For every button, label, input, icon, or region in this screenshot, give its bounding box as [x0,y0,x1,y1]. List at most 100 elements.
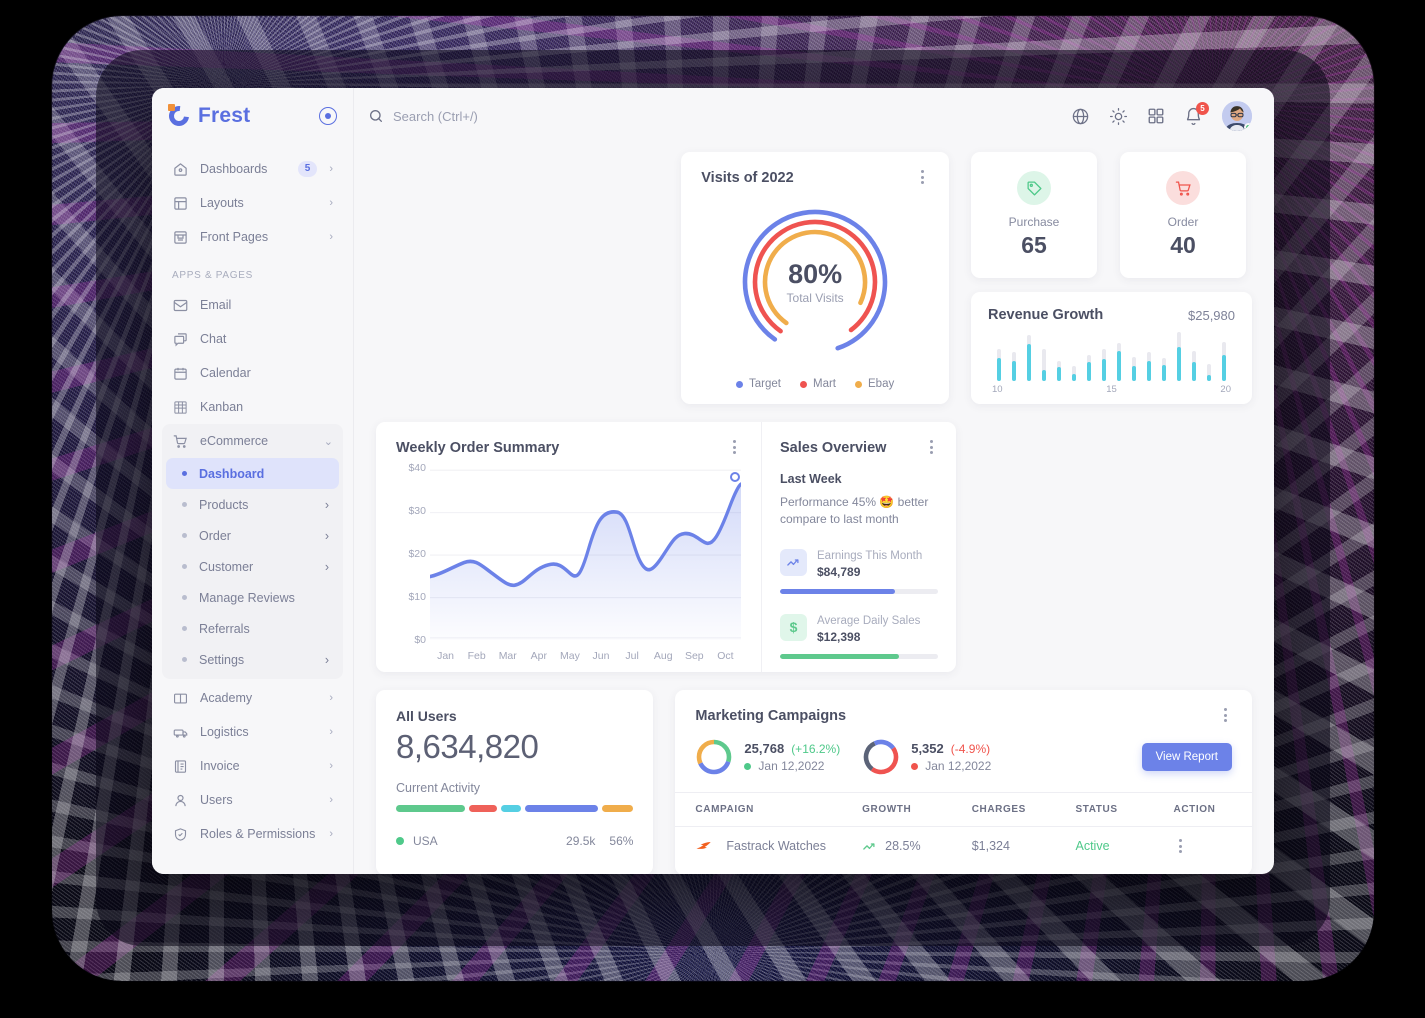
revenue-bar [1127,329,1142,381]
sidebar-item-label: Email [200,298,232,312]
x-axis-tick: Oct [717,650,734,662]
sidebar-subitem-dashboard[interactable]: Dashboard [166,458,339,489]
kebab-menu-icon[interactable] [727,440,741,454]
status-dot [911,762,919,770]
sidebar-item-layouts[interactable]: Layouts › [162,186,343,220]
bullet-icon [182,595,187,600]
legend-dot [800,380,807,388]
visits-card: Visits of 2022 80% Total Visits Target M… [681,152,949,404]
revenue-bar [1157,329,1172,381]
collapse-toggle-icon[interactable] [319,107,337,125]
chevron-right-icon: › [329,692,333,704]
user-icon [172,792,188,808]
y-axis-tick: $20 [408,548,426,560]
dashboard-content: Visits of 2022 80% Total Visits Target M… [354,144,1274,874]
sidebar-subitem-label: Manage Reviews [199,590,295,605]
campaign-stat-date: Jan 12,2022 [758,759,825,773]
activity-segment [602,805,634,812]
activity-segment [525,805,599,812]
user-avatar[interactable] [1222,101,1252,131]
chevron-right-icon: › [329,197,333,209]
marketing-campaigns-card: Marketing Campaigns 25,768 (+16.2%) Jan … [675,690,1252,874]
sales-title: Sales Overview [780,440,887,456]
sidebar-badge: 5 [297,161,318,177]
axis-tick: 10 [992,384,1003,395]
stat-label: Purchase [1008,215,1060,229]
all-users-title: All Users [396,708,457,724]
notifications-bell-icon[interactable]: 5 [1184,101,1209,126]
campaign-growth: 28.5% [885,839,921,853]
campaign-stat-date: Jan 12,2022 [925,759,992,773]
sidebar-item-logistics[interactable]: Logistics › [162,715,343,749]
truck-icon [172,724,188,740]
all-users-card: All Users 8,634,820 Current Activity USA… [376,690,654,874]
sidebar-item-kanban[interactable]: Kanban [162,390,343,424]
metric-earnings: Earnings This Month $84,789 [780,546,938,594]
sidebar-subitem-referrals[interactable]: Referrals [166,613,339,644]
visits-center-label: Total Visits [786,291,844,305]
theme-sun-icon[interactable] [1109,107,1128,126]
activity-segment [468,805,498,812]
kebab-menu-icon[interactable] [1174,839,1188,853]
revenue-bar [1051,329,1066,381]
sidebar-item-ecommerce[interactable]: eCommerce ⌄ [162,424,343,458]
x-axis-tick: Sep [684,650,704,662]
legend-dot [736,380,744,388]
sidebar-subitem-label: Referrals [199,621,250,636]
sidebar-subitem-order[interactable]: Order › [166,520,339,551]
table-row[interactable]: Fastrack Watches 28.5% $1,324 Active [675,827,1252,866]
bullet-icon [182,657,187,662]
sidebar-subitem-manage-reviews[interactable]: Manage Reviews [166,582,339,613]
sidebar-item-label: Front Pages [200,230,269,244]
sidebar: Frest Dashboards 5 › Layouts › Front Pag… [152,88,354,874]
language-globe-icon[interactable] [1071,107,1090,126]
search-icon [368,108,384,124]
sidebar-item-front-pages[interactable]: Front Pages › [162,220,343,254]
revenue-bar [1006,329,1021,381]
sidebar-item-calendar[interactable]: Calendar [162,356,343,390]
sidebar-subitem-label: Order [199,528,231,543]
sidebar-item-users[interactable]: Users › [162,783,343,817]
sidebar-item-chat[interactable]: Chat [162,322,343,356]
sidebar-subitem-products[interactable]: Products › [166,489,339,520]
sidebar-item-email[interactable]: Email [162,288,343,322]
revenue-bar [1081,329,1096,381]
bullet-icon [182,564,187,569]
country-percent: 56% [609,834,634,848]
kebab-menu-icon[interactable] [924,440,938,454]
revenue-bar [991,329,1006,381]
revenue-amount: $25,980 [1188,307,1235,323]
kebab-menu-icon[interactable] [1218,708,1232,722]
sidebar-item-dashboards[interactable]: Dashboards 5 › [162,152,343,186]
revenue-bar [1172,329,1187,381]
sidebar-subitem-customer[interactable]: Customer › [166,551,339,582]
view-report-button[interactable]: View Report [1141,743,1232,771]
search-input[interactable]: Search (Ctrl+/) [368,108,478,124]
sidebar-item-invoice[interactable]: Invoice › [162,749,343,783]
visits-center-value: 80% [788,259,843,289]
sidebar-item-label: Dashboards [200,162,268,176]
kebab-menu-icon[interactable] [915,170,929,184]
chevron-right-icon: › [329,231,333,243]
sidebar-item-roles-permissions[interactable]: Roles & Permissions › [162,817,343,851]
stat-value: 40 [1170,232,1196,258]
legend-label: Target [749,378,781,390]
apps-grid-icon[interactable] [1147,107,1165,125]
progress-bar-daily-sales [780,653,938,659]
weekly-order-card: Weekly Order Summary $0 $10 $20 $30 $40 [376,422,761,672]
mini-donut-chart [697,739,732,775]
fastrack-bolt-icon [695,837,713,855]
bullet-icon [182,533,187,538]
sidebar-item-label: Logistics [200,725,249,739]
visits-donut-chart: 80% Total Visits [701,186,929,378]
brand-name: Frest [198,104,251,127]
metric-name: Earnings This Month [817,549,923,562]
sidebar-item-academy[interactable]: Academy › [162,681,343,715]
dashboard-row-1: Visits of 2022 80% Total Visits Target M… [376,152,1252,404]
progress-bar-earnings [780,588,938,594]
x-axis-tick: Aug [653,650,673,662]
sidebar-subitem-label: Dashboard [199,466,265,481]
legend-label: Mart [813,378,836,390]
sidebar-subitem-settings[interactable]: Settings › [166,644,339,675]
stat-value: 65 [1021,232,1047,258]
